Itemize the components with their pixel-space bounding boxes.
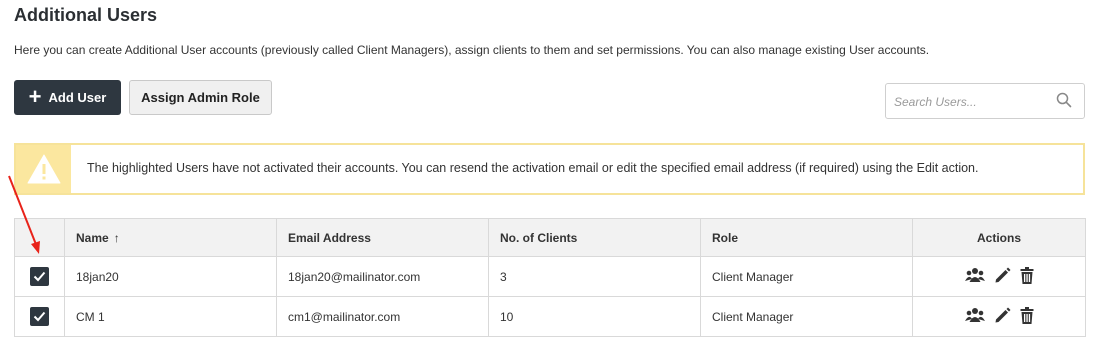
- table-row: CM 1 cm1@mailinator.com 10 Client Manage…: [14, 296, 1086, 337]
- user-name-cell: 18jan20: [64, 256, 277, 297]
- table-row: 18jan20 18jan20@mailinator.com 3 Client …: [14, 256, 1086, 297]
- user-email-cell: 18jan20@mailinator.com: [276, 256, 489, 297]
- user-role-cell: Client Manager: [700, 256, 913, 297]
- assign-admin-role-label: Assign Admin Role: [141, 90, 260, 105]
- row-checkbox[interactable]: [30, 307, 49, 326]
- checkmark-icon: [33, 311, 46, 322]
- page-description: Here you can create Additional User acco…: [14, 43, 930, 57]
- alert-text: The highlighted Users have not activated…: [87, 161, 979, 175]
- manage-clients-icon[interactable]: [964, 307, 985, 323]
- edit-icon[interactable]: [994, 267, 1011, 284]
- assign-admin-role-button[interactable]: Assign Admin Role: [129, 80, 272, 115]
- alert-icon-box: [16, 145, 71, 193]
- search-input[interactable]: [892, 84, 1056, 120]
- delete-icon[interactable]: [1020, 266, 1034, 284]
- add-user-label: Add User: [48, 90, 107, 105]
- column-header-name-label: Name: [76, 230, 109, 245]
- row-select-cell: [14, 296, 65, 337]
- column-header-actions: Actions: [912, 218, 1086, 257]
- checkmark-icon: [33, 271, 46, 282]
- table-header-row: Name ↑ Email Address No. of Clients Role …: [14, 218, 1086, 257]
- activation-alert: The highlighted Users have not activated…: [14, 143, 1085, 195]
- edit-icon[interactable]: [994, 307, 1011, 324]
- delete-icon[interactable]: [1020, 306, 1034, 324]
- add-user-button[interactable]: + Add User: [14, 80, 121, 115]
- user-name-cell: CM 1: [64, 296, 277, 337]
- sort-ascending-icon[interactable]: ↑: [114, 231, 120, 245]
- user-email-cell: cm1@mailinator.com: [276, 296, 489, 337]
- row-actions-cell: [912, 256, 1086, 297]
- search-icon[interactable]: [1056, 92, 1072, 113]
- search-box: [885, 83, 1085, 120]
- manage-clients-icon[interactable]: [964, 267, 985, 283]
- column-header-email[interactable]: Email Address: [276, 218, 489, 257]
- column-header-clients[interactable]: No. of Clients: [488, 218, 701, 257]
- row-actions-cell: [912, 296, 1086, 337]
- row-select-cell: [14, 256, 65, 297]
- page-title: Additional Users: [14, 5, 158, 25]
- users-table: Name ↑ Email Address No. of Clients Role …: [14, 218, 1086, 337]
- row-checkbox[interactable]: [30, 267, 49, 286]
- warning-icon: [27, 154, 60, 184]
- user-role-cell: Client Manager: [700, 296, 913, 337]
- user-clients-cell: 3: [488, 256, 701, 297]
- user-clients-cell: 10: [488, 296, 701, 337]
- column-header-role[interactable]: Role: [700, 218, 913, 257]
- plus-icon: +: [28, 83, 42, 109]
- column-header-name[interactable]: Name ↑: [64, 218, 277, 257]
- select-column-header: [14, 218, 65, 257]
